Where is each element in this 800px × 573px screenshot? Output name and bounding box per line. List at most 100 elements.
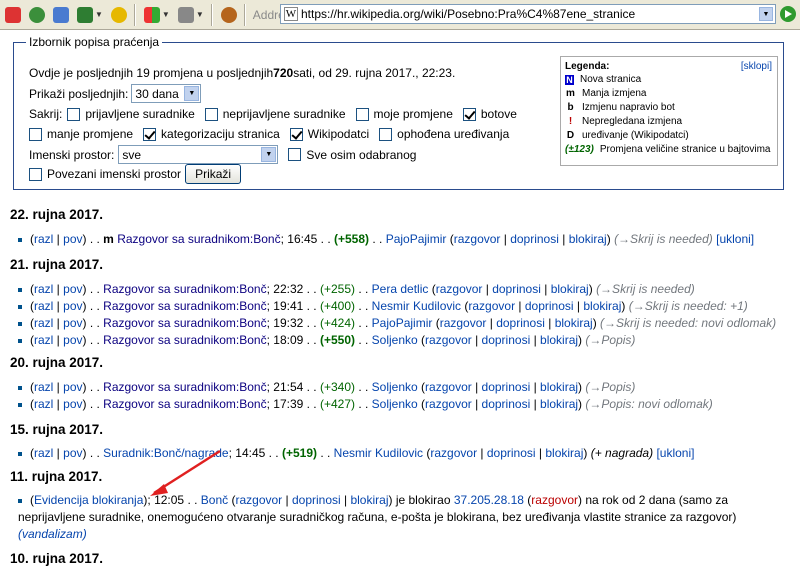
history-link[interactable]: pov: [63, 397, 82, 411]
stop-button[interactable]: [2, 3, 24, 27]
home-button[interactable]: [50, 3, 72, 27]
diff-link[interactable]: razl: [34, 333, 53, 347]
hide-bots-checkbox[interactable]: [462, 107, 476, 121]
block-link[interactable]: blokiraj: [555, 316, 593, 330]
history-link[interactable]: pov: [63, 299, 82, 313]
page-link[interactable]: Razgovor sa suradnikom:Bonč: [117, 232, 280, 246]
associated-checkbox[interactable]: [29, 167, 42, 181]
contribs-link[interactable]: doprinosi: [525, 299, 574, 313]
user-link[interactable]: Soljenko: [372, 380, 418, 394]
refresh-button[interactable]: [26, 3, 48, 27]
history-link[interactable]: pov: [63, 232, 82, 246]
block-link[interactable]: blokiraj: [540, 397, 578, 411]
page-link[interactable]: Razgovor sa suradnikom:Bonč: [103, 282, 266, 296]
diff-link[interactable]: razl: [34, 316, 53, 330]
block-link[interactable]: blokiraj: [551, 282, 589, 296]
day-heading: 21. rujna 2017.: [10, 257, 104, 272]
contribs-link[interactable]: doprinosi: [510, 232, 559, 246]
unwatch-link[interactable]: [ukloni]: [656, 446, 694, 460]
legend-hide-link[interactable]: [sklopi]: [741, 61, 772, 72]
user-link[interactable]: Nesmir Kudilovic: [372, 299, 461, 313]
history-link[interactable]: pov: [63, 282, 82, 296]
block-link[interactable]: blokiraj: [350, 493, 388, 507]
contribs-link[interactable]: doprinosi: [496, 316, 545, 330]
contribs-link[interactable]: doprinosi: [482, 333, 531, 347]
page-link[interactable]: Razgovor sa suradnikom:Bonč: [103, 333, 266, 347]
talk-link[interactable]: razgovor: [425, 397, 472, 411]
diff-link[interactable]: razl: [34, 282, 53, 296]
hide-unregistered-checkbox[interactable]: [204, 107, 218, 121]
days-select-value: 30 dana: [135, 86, 179, 101]
block-link[interactable]: blokiraj: [540, 333, 578, 347]
page-link[interactable]: Razgovor sa suradnikom:Bonč: [103, 380, 266, 394]
block-link[interactable]: blokiraj: [583, 299, 621, 313]
diff-link[interactable]: razl: [34, 446, 53, 460]
history-link[interactable]: pov: [63, 333, 82, 347]
history-link[interactable]: pov: [63, 380, 82, 394]
page-link[interactable]: Razgovor sa suradnikom:Bonč: [103, 299, 266, 313]
hide-wikidata-checkbox[interactable]: [289, 127, 303, 141]
blocked-talk-link[interactable]: razgovor: [531, 493, 578, 507]
talk-link[interactable]: razgovor: [436, 282, 483, 296]
hide-minor-checkbox[interactable]: [29, 127, 42, 141]
size-diff: (+340): [319, 380, 355, 394]
contribs-link[interactable]: doprinosi: [487, 446, 536, 460]
legend-key: m: [566, 88, 575, 99]
unwatch-link[interactable]: [ukloni]: [716, 232, 754, 246]
cookie-icon: [220, 6, 237, 23]
user-link[interactable]: PajoPajimir: [386, 232, 447, 246]
user-link[interactable]: Nesmir Kudilovic: [334, 446, 423, 460]
diff-link[interactable]: razl: [34, 232, 53, 246]
invert-checkbox[interactable]: [288, 148, 302, 161]
contribs-link[interactable]: doprinosi: [482, 397, 531, 411]
block-reason[interactable]: (vandalizam): [18, 527, 87, 541]
diff-link[interactable]: razl: [34, 397, 53, 411]
bullet: [18, 385, 22, 390]
hide-categorization-checkbox[interactable]: [143, 127, 157, 141]
user-link[interactable]: Pera detlic: [372, 282, 429, 296]
cookie-button[interactable]: [218, 3, 240, 27]
talk-link[interactable]: razgovor: [440, 316, 487, 330]
block-log-link[interactable]: Evidencija blokiranja: [34, 493, 143, 507]
hide-bots-label: botove: [480, 107, 517, 121]
talk-link[interactable]: razgovor: [468, 299, 515, 313]
talk-link[interactable]: razgovor: [425, 380, 472, 394]
bullet: [18, 304, 22, 309]
talk-link[interactable]: razgovor: [454, 232, 501, 246]
address-bar[interactable]: W https://hr.wikipedia.org/wiki/Posebno:…: [280, 4, 776, 24]
page-link[interactable]: Razgovor sa suradnikom:Bonč: [103, 316, 266, 330]
contribs-link[interactable]: doprinosi: [492, 282, 541, 296]
user-link[interactable]: Soljenko: [372, 333, 418, 347]
toolbar-separator: [210, 3, 212, 26]
user-link[interactable]: Soljenko: [372, 397, 418, 411]
history-link[interactable]: pov: [63, 316, 82, 330]
hide-patrolled-checkbox[interactable]: [379, 127, 393, 141]
talk-link[interactable]: razgovor: [425, 333, 472, 347]
diff-link[interactable]: razl: [34, 299, 53, 313]
favorites-button[interactable]: [108, 3, 130, 27]
page-link[interactable]: Razgovor sa suradnikom:Bonč: [103, 397, 266, 411]
submit-button[interactable]: Prikaži: [185, 164, 242, 184]
print-button[interactable]: ▼: [175, 3, 207, 27]
home-icon: [53, 6, 69, 23]
block-link[interactable]: blokiraj: [569, 232, 607, 246]
talk-link[interactable]: razgovor: [235, 493, 282, 507]
hide-registered-checkbox[interactable]: [67, 107, 81, 121]
list-item: (razl | pov) . . m Razgovor sa suradniko…: [18, 232, 754, 246]
block-link[interactable]: blokiraj: [540, 380, 578, 394]
hide-mine-checkbox[interactable]: [355, 107, 369, 121]
user-link[interactable]: PajoPajimir: [372, 316, 433, 330]
contribs-link[interactable]: doprinosi: [292, 493, 341, 507]
namespace-select[interactable]: sve ▼: [118, 145, 279, 164]
go-button[interactable]: [780, 6, 796, 22]
contribs-link[interactable]: doprinosi: [482, 380, 531, 394]
talk-link[interactable]: razgovor: [430, 446, 477, 460]
block-link[interactable]: blokiraj: [545, 446, 583, 460]
edit-button[interactable]: ▼: [74, 3, 106, 27]
days-select[interactable]: 30 dana ▼: [131, 84, 202, 103]
diff-link[interactable]: razl: [34, 380, 53, 394]
history-link[interactable]: pov: [63, 446, 82, 460]
blocked-ip-link[interactable]: 37.205.28.18: [454, 493, 524, 507]
windows-button[interactable]: ▼: [141, 3, 173, 27]
chevron-down-icon[interactable]: ▼: [759, 7, 773, 21]
